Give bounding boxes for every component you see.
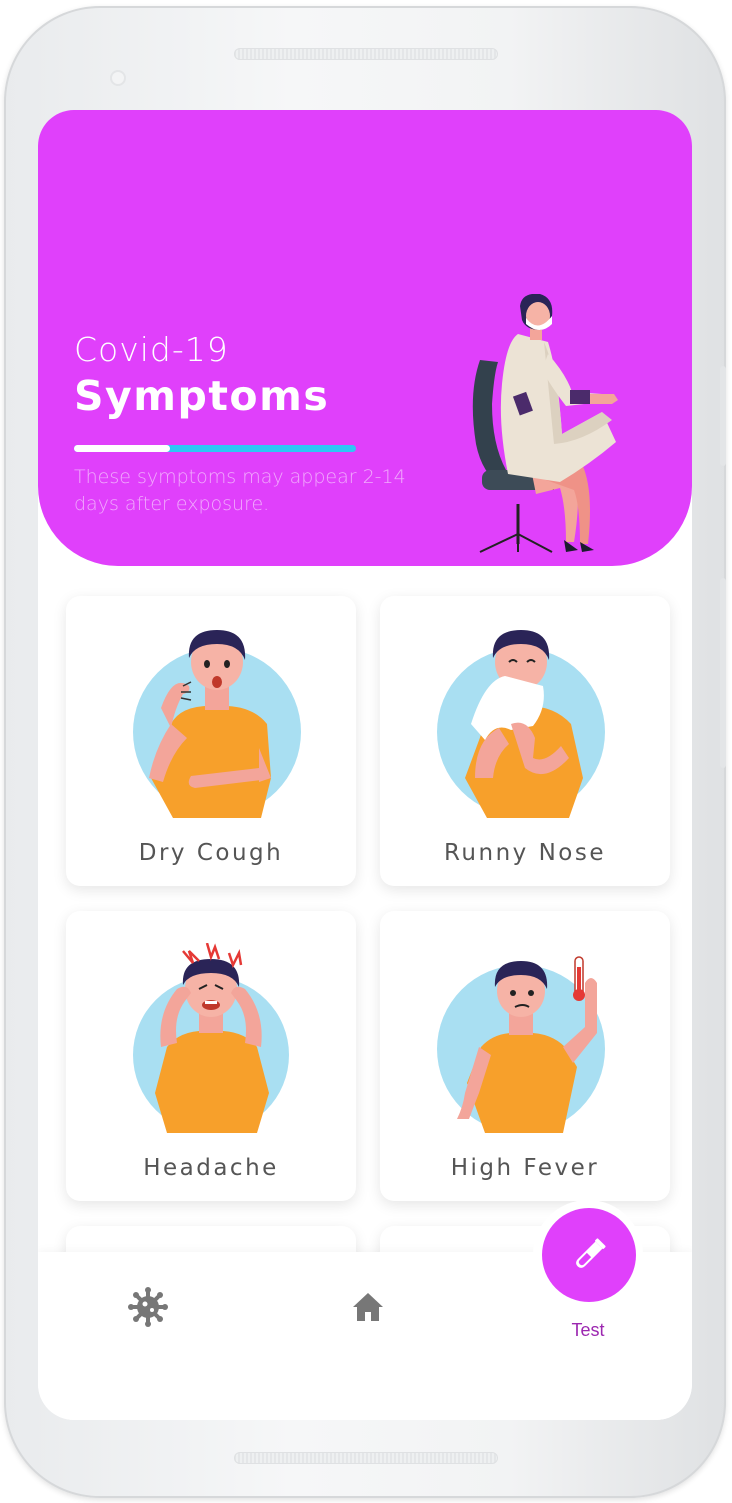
fever-man-icon [437, 956, 605, 1133]
symptom-label: Runny Nose [443, 840, 606, 866]
virus-icon [128, 1287, 168, 1327]
header-subtitle: Covid-19 [74, 330, 229, 369]
bottom-speaker [234, 1452, 498, 1464]
test-label[interactable]: Test [518, 1320, 658, 1341]
symptom-label: Dry Cough [138, 840, 284, 866]
test-button[interactable] [542, 1208, 636, 1302]
home-icon [353, 1293, 383, 1321]
test-tube-icon [576, 1238, 606, 1268]
symptom-card-runny-nose[interactable]: Runny Nose [380, 596, 670, 886]
top-speaker [234, 48, 498, 60]
coughing-man-icon [133, 630, 301, 818]
header-title: Symptoms [74, 372, 330, 420]
front-camera [110, 70, 126, 86]
headache-man-icon [133, 943, 289, 1133]
symptom-label: High Fever [450, 1155, 600, 1181]
symptom-label: Headache [143, 1155, 279, 1181]
nav-virus-button[interactable] [118, 1282, 178, 1332]
symptom-card-headache[interactable]: Headache [66, 911, 356, 1201]
symptom-card-dry-cough[interactable]: Dry Cough [66, 596, 356, 886]
header-banner: Covid-19 Symptoms These symptoms may app… [38, 110, 692, 566]
power-button [720, 366, 726, 466]
doctor-illustration [472, 294, 618, 553]
app-screen: Covid-19 Symptoms These symptoms may app… [38, 110, 692, 1420]
header-description: These symptoms may appear 2-14 days afte… [74, 466, 406, 515]
progress-fill [74, 445, 170, 452]
volume-button [720, 578, 726, 768]
sneezing-man-icon [437, 630, 605, 818]
nav-home-button[interactable] [338, 1282, 398, 1332]
progress-bar [74, 445, 356, 452]
symptom-card-high-fever[interactable]: High Fever [380, 911, 670, 1201]
